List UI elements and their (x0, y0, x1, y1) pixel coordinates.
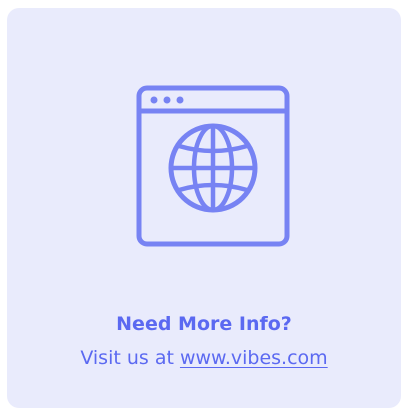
browser-globe-icon (136, 85, 290, 247)
visit-prefix: Visit us at (80, 347, 180, 369)
info-card: Need More Info? Visit us at www.vibes.co… (7, 8, 401, 408)
headline: Need More Info? (116, 313, 292, 335)
visit-line: Visit us at www.vibes.com (7, 345, 401, 371)
icon-area (7, 8, 401, 268)
website-link[interactable]: www.vibes.com (180, 347, 328, 369)
